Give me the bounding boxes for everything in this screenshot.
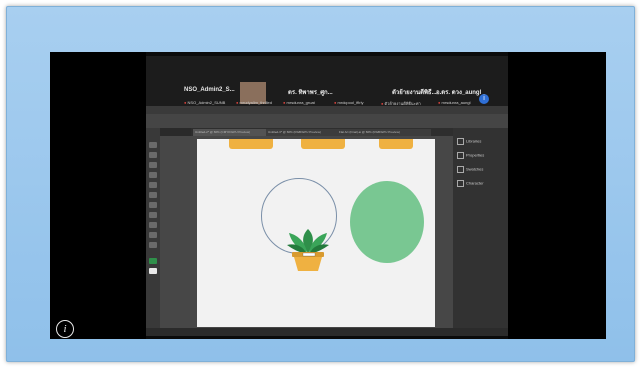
properties-icon [457,152,464,159]
shape-tool-icon[interactable] [149,182,157,188]
tools-panel [146,128,160,336]
pot-shape-top-right[interactable] [379,139,413,149]
panel-swatches[interactable]: Swatches [457,166,483,173]
plant-pot-illustration[interactable] [283,227,333,271]
stroke-swatch-icon[interactable] [149,268,157,274]
status-bar [146,328,508,336]
brush-tool-icon[interactable] [149,192,157,198]
pot-shape-top-left[interactable] [229,139,273,149]
info-icon[interactable]: i [56,320,74,338]
right-panels: Libraries Properties Swatches Character [453,128,508,336]
character-icon [457,180,464,187]
document-tabs: Untitled-2* @ 66% (CMYK/GPU Preview) Unt… [191,128,453,136]
direct-selection-tool-icon[interactable] [149,152,157,158]
participant-name-mid: ดร. ทิพาพร_ศูก... [288,90,333,96]
recorded-screen: NSO_Admin2_S... ดร. ทิพาพร_ศูก... ตัวย้า… [146,56,508,336]
pen-tool-icon[interactable] [149,162,157,168]
meeting-info-button[interactable]: i [479,94,489,104]
zoom-tool-icon[interactable] [149,242,157,248]
artboard[interactable] [197,139,435,327]
participant-name-left: NSO_Admin2_S... [184,87,235,93]
document-tab[interactable]: Untitled-3* @ 66% (RGB/GPU Preview) [266,129,338,136]
selection-tool-icon[interactable] [149,142,157,148]
illustrator-control-bar [146,114,508,128]
green-circle-shape[interactable] [350,181,424,263]
libraries-icon [457,138,464,145]
rotate-tool-icon[interactable] [149,202,157,208]
video-frame: NSO_Admin2_S... ดร. ทิพาพร_ศูก... ตัวย้า… [6,6,635,362]
panel-character[interactable]: Character [457,180,484,187]
gradient-tool-icon[interactable] [149,222,157,228]
fill-swatch-icon[interactable] [149,258,157,264]
swatches-icon [457,166,464,173]
illustrator-menu-bar [146,106,508,114]
video-player[interactable]: NSO_Admin2_S... ดร. ทิพาพร_ศูก... ตัวย้า… [50,52,606,339]
eyedropper-tool-icon[interactable] [149,232,157,238]
letterbox-right [508,52,606,339]
document-tab[interactable]: Untitled-2* @ 66% (CMYK/GPU Preview) [193,129,267,136]
participant-sub-label: ● NSO_Admin2_SUNB [184,100,226,105]
participant-sub-label: ● mrsdunra_gruat [283,100,315,105]
panel-properties[interactable]: Properties [457,152,484,159]
participant-sub-label: ● mrdcpool_ffirly [334,100,364,105]
participant-name-right2: อ.ดร. ดวง_aungl [436,90,482,96]
participant-sub-label: ● mrudyalim_thrilled [236,100,273,105]
letterbox-left [50,52,146,339]
participant-sub-label: ● mrsdunra_aungl [438,100,471,105]
zoom-participant-bar: NSO_Admin2_S... ดร. ทิพาพร_ศูก... ตัวย้า… [146,56,508,106]
scale-tool-icon[interactable] [149,212,157,218]
participant-name-right1: ตัวย้ายงานดีพิธี... [392,90,437,96]
pot-shape-top-center[interactable] [301,139,345,149]
type-tool-icon[interactable] [149,172,157,178]
panel-libraries[interactable]: Libraries [457,138,481,145]
document-tab[interactable]: Flat Art (Final).ai @ 66% (RGB/GPU Previ… [337,129,431,136]
